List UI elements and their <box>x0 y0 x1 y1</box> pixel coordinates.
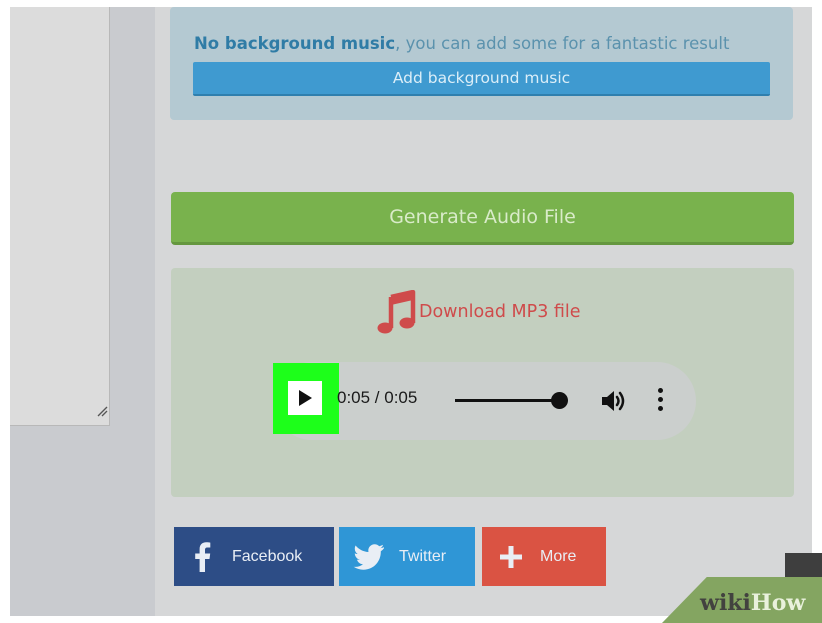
play-icon <box>299 390 312 406</box>
no-music-label: No background music <box>194 34 396 53</box>
wikihow-watermark: wikiHow <box>700 590 806 616</box>
more-label: More <box>540 547 577 565</box>
seek-handle[interactable] <box>551 392 568 409</box>
download-label: Download MP3 file <box>419 302 581 322</box>
twitter-label: Twitter <box>399 547 447 565</box>
facebook-share-button[interactable]: Facebook <box>174 527 334 586</box>
background-music-section: No background music, you can add some fo… <box>170 7 793 120</box>
twitter-share-button[interactable]: Twitter <box>339 527 475 586</box>
more-vertical-icon[interactable] <box>655 388 665 414</box>
text-input-area[interactable] <box>10 7 110 426</box>
resize-grip-icon[interactable] <box>96 405 108 417</box>
time-display: 0:05 / 0:05 <box>337 388 418 407</box>
facebook-label: Facebook <box>232 547 303 565</box>
add-background-music-button[interactable]: Add background music <box>193 62 770 96</box>
volume-icon[interactable] <box>600 388 628 414</box>
more-share-button[interactable]: More <box>482 527 606 586</box>
download-section: Download MP3 file 0:05 / 0:05 <box>171 268 794 497</box>
twitter-icon <box>339 543 399 570</box>
seek-bar[interactable] <box>455 399 560 402</box>
music-hint-text: , you can add some for a fantastic resul… <box>395 34 730 53</box>
page-frame: No background music, you can add some fo… <box>10 7 812 616</box>
tool-panel: No background music, you can add some fo… <box>155 7 812 616</box>
plus-icon <box>482 545 540 569</box>
audio-player: 0:05 / 0:05 <box>273 362 696 440</box>
music-note-icon <box>377 290 416 334</box>
facebook-icon <box>174 541 232 572</box>
play-button[interactable] <box>288 381 322 415</box>
download-mp3-link[interactable]: Download MP3 file <box>377 290 581 334</box>
background-music-notice: No background music, you can add some fo… <box>194 34 729 53</box>
generate-audio-button[interactable]: Generate Audio File <box>171 192 794 245</box>
